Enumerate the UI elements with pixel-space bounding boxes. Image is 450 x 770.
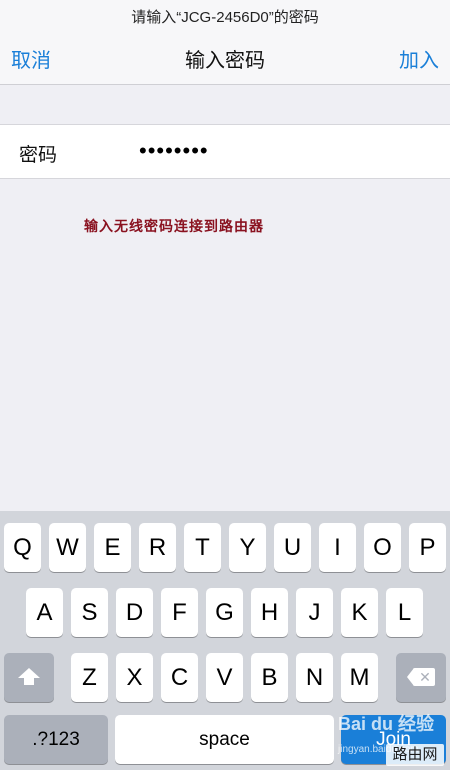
key-z[interactable]: Z [71, 653, 108, 702]
delete-key[interactable]: ✕ [396, 653, 446, 702]
key-r[interactable]: R [139, 523, 176, 572]
key-o[interactable]: O [364, 523, 401, 572]
key-t[interactable]: T [184, 523, 221, 572]
navigation-bar: 请输入“JCG-2456D0”的密码 取消 输入密码 加入 [0, 0, 450, 85]
key-d[interactable]: D [116, 588, 153, 637]
key-x[interactable]: X [116, 653, 153, 702]
key-y[interactable]: Y [229, 523, 266, 572]
key-s[interactable]: S [71, 588, 108, 637]
password-label: 密码 [19, 145, 58, 166]
network-password-prompt: 请输入“JCG-2456D0”的密码 [131, 9, 319, 26]
key-l[interactable]: L [386, 588, 423, 637]
key-h[interactable]: H [251, 588, 288, 637]
page-title: 输入密码 [185, 50, 265, 72]
key-m[interactable]: M [341, 653, 378, 702]
baidu-watermark: Bai du 经验 [338, 714, 435, 734]
key-g[interactable]: G [206, 588, 243, 637]
space-key[interactable]: space [115, 715, 334, 764]
join-button[interactable]: 加入 [399, 44, 439, 73]
key-c[interactable]: C [161, 653, 198, 702]
key-a[interactable]: A [26, 588, 63, 637]
delete-backspace-icon: ✕ [407, 668, 435, 686]
key-k[interactable]: K [341, 588, 378, 637]
key-i[interactable]: I [319, 523, 356, 572]
numbers-key[interactable]: .?123 [4, 715, 108, 764]
key-p[interactable]: P [409, 523, 446, 572]
shift-key[interactable] [4, 653, 54, 702]
key-v[interactable]: V [206, 653, 243, 702]
key-e[interactable]: E [94, 523, 131, 572]
password-input[interactable]: •••••••• [139, 138, 209, 164]
key-j[interactable]: J [296, 588, 333, 637]
key-f[interactable]: F [161, 588, 198, 637]
watermark-tag: 路由网 [386, 744, 444, 766]
key-b[interactable]: B [251, 653, 288, 702]
cancel-button[interactable]: 取消 [11, 44, 51, 73]
key-q[interactable]: Q [4, 523, 41, 572]
instruction-annotation: 输入无线密码连接到路由器 [84, 219, 264, 235]
key-u[interactable]: U [274, 523, 311, 572]
key-n[interactable]: N [296, 653, 333, 702]
shift-arrow-icon [18, 668, 40, 685]
key-w[interactable]: W [49, 523, 86, 572]
password-field[interactable]: 密码 •••••••• [0, 124, 450, 179]
